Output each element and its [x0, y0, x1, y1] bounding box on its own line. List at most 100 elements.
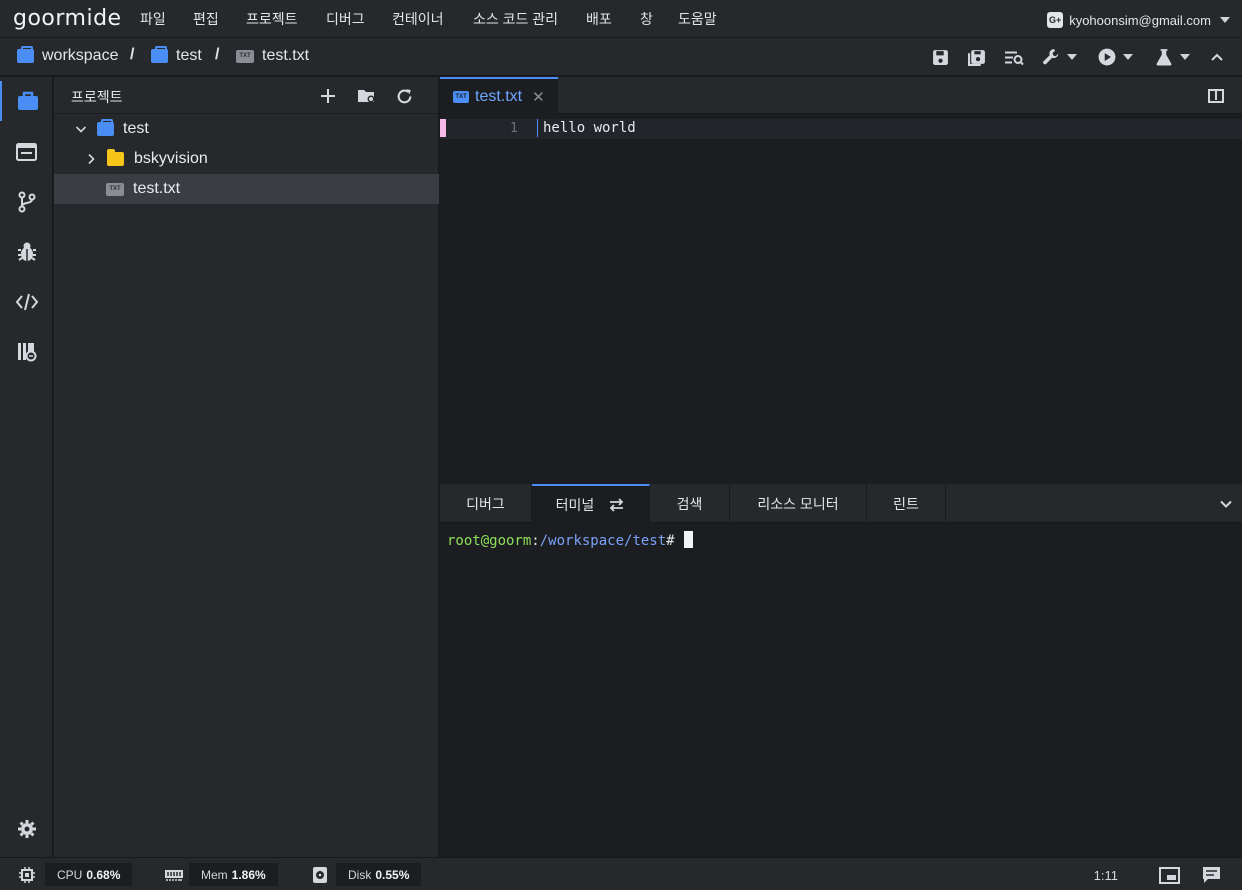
explorer-header: 프로젝트 [54, 77, 438, 114]
editor-tab[interactable]: TXT test.txt ✕ [440, 77, 558, 114]
new-file-button[interactable] [318, 86, 338, 106]
gear-icon [17, 820, 36, 838]
folder-icon [107, 149, 124, 166]
briefcase-icon [151, 46, 168, 63]
save-button[interactable] [932, 47, 949, 67]
menu-deploy[interactable]: 배포 [586, 9, 612, 29]
cpu-icon [18, 866, 36, 884]
refresh-icon [397, 88, 411, 103]
chat-button[interactable] [1201, 866, 1221, 884]
project-explorer-button[interactable] [0, 81, 53, 121]
chevron-down-icon[interactable] [73, 121, 89, 137]
output-panel-button[interactable] [0, 132, 53, 172]
app-logo[interactable]: goormide [13, 6, 122, 31]
account-menu[interactable]: G+ kyohoonsim@gmail.com [1047, 10, 1230, 30]
chevron-down-icon [1220, 500, 1232, 508]
chevron-down-icon [1067, 54, 1077, 60]
menu-edit[interactable]: 편집 [193, 9, 219, 29]
tab-terminal[interactable]: 터미널 [532, 484, 650, 523]
tab-lint[interactable]: 린트 [867, 484, 946, 523]
activity-bar [0, 77, 53, 857]
terminal-cursor [683, 531, 693, 548]
search-file-icon [1005, 51, 1024, 65]
tree-item-project[interactable]: test [54, 114, 439, 144]
briefcase-icon [17, 46, 34, 63]
tab-resource-monitor[interactable]: 리소스 모니터 [730, 484, 867, 523]
gutter-marker [440, 119, 446, 137]
project-explorer: 프로젝트 test bskyvision TXT test.txt [54, 77, 439, 857]
find-in-files-button[interactable] [1004, 47, 1024, 67]
status-bar: CPU 0.68% Mem 1.86% Disk 0.55% 1:11 [0, 857, 1242, 890]
breadcrumb-file[interactable]: TXT test.txt [236, 46, 309, 66]
briefcase-icon [17, 91, 38, 110]
save-icon [933, 49, 948, 65]
build-tools-button[interactable] [1042, 47, 1077, 67]
source-control-button[interactable] [0, 182, 53, 222]
terminal-user: root@goorm [447, 533, 532, 549]
txt-file-icon: TXT [106, 182, 124, 196]
tab-label: 리소스 모니터 [757, 495, 839, 512]
chevron-up-icon [1211, 53, 1223, 61]
code-button[interactable] [0, 282, 53, 322]
breadcrumb-workspace[interactable]: workspace [17, 46, 118, 66]
save-all-button[interactable] [968, 47, 986, 67]
play-icon [1098, 48, 1116, 66]
disk-value: 0.55% [375, 867, 410, 882]
memory-usage: Mem 1.86% [189, 863, 278, 886]
flask-icon [1156, 49, 1172, 66]
collapse-panel-button[interactable] [1218, 496, 1234, 512]
code-line-text[interactable]: hello world [543, 120, 636, 136]
bug-icon [17, 242, 36, 261]
cpu-value: 0.68% [86, 867, 121, 882]
extensions-button[interactable] [0, 332, 53, 372]
google-plus-icon: G+ [1047, 12, 1064, 28]
tree-item-label: test [123, 120, 149, 137]
refresh-button[interactable] [394, 86, 414, 106]
menu-file[interactable]: 파일 [140, 9, 166, 29]
swap-icon [610, 497, 624, 512]
terminal-prompt-symbol: # [666, 533, 675, 549]
run-button[interactable] [1098, 47, 1133, 67]
split-editor-button[interactable] [1208, 89, 1224, 103]
debug-button[interactable] [0, 232, 53, 272]
disk-usage: Disk 0.55% [336, 863, 422, 886]
menu-help[interactable]: 도움말 [678, 9, 717, 29]
tab-label: 터미널 [555, 496, 595, 513]
menu-container[interactable]: 컨테이너 [392, 9, 444, 29]
cursor-position[interactable]: 1:11 [1094, 868, 1118, 883]
tab-search[interactable]: 검색 [650, 484, 730, 523]
folder-settings-button[interactable] [356, 86, 376, 106]
panel-tabs: 디버그 터미널 검색 리소스 모니터 린트 [440, 484, 1242, 523]
cpu-label: CPU [57, 867, 83, 882]
account-email: kyohoonsim@gmail.com [1069, 12, 1211, 28]
save-all-icon [968, 49, 985, 66]
chevron-down-icon [1123, 54, 1133, 60]
tree-item-label: bskyvision [134, 150, 208, 167]
close-icon[interactable]: ✕ [532, 88, 545, 106]
breadcrumb-project[interactable]: test [151, 46, 202, 66]
line-number: 1 [510, 121, 518, 136]
layout-toggle-button[interactable] [1158, 866, 1180, 884]
menu-scm[interactable]: 소스 코드 관리 [473, 9, 558, 29]
tree-item-label: test.txt [133, 180, 181, 197]
menu-debug[interactable]: 디버그 [326, 9, 365, 29]
collapse-toolbar-button[interactable] [1209, 47, 1225, 67]
terminal-colon: : [531, 533, 540, 549]
folder-gear-icon [357, 90, 374, 103]
terminal-prompt[interactable]: root@goorm:/workspace/test# [447, 531, 693, 549]
chevron-right-icon[interactable] [83, 151, 99, 167]
menu-window[interactable]: 창 [640, 9, 653, 29]
chevron-down-icon [1220, 17, 1230, 23]
test-button[interactable] [1155, 47, 1190, 67]
disk-icon [311, 866, 329, 884]
menu-project[interactable]: 프로젝트 [246, 9, 298, 29]
menu-bar: goormide 파일 편집 프로젝트 디버그 컨테이너 소스 코드 관리 배포… [0, 0, 1242, 38]
tree-item-file[interactable]: TXT test.txt [54, 174, 439, 204]
breadcrumb-label: test.txt [262, 47, 310, 64]
tree-item-folder[interactable]: bskyvision [54, 144, 439, 174]
mem-label: Mem [201, 867, 228, 882]
bottom-panel: 디버그 터미널 검색 리소스 모니터 린트 root@goorm:/worksp… [440, 484, 1242, 857]
tab-label: 검색 [676, 495, 703, 512]
tab-debug[interactable]: 디버그 [440, 484, 532, 523]
settings-button[interactable] [0, 809, 53, 849]
